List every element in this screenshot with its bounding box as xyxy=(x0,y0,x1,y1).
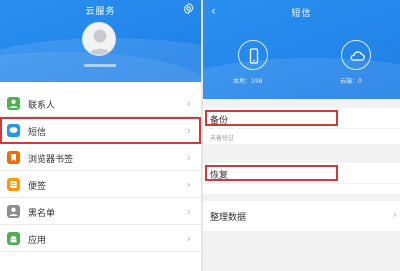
cloud-circle xyxy=(341,40,371,70)
menu-item-label: 浏览器书签 xyxy=(28,155,74,165)
cloud-icon xyxy=(350,51,365,61)
username-placeholder xyxy=(84,64,116,67)
chevron-right-icon: › xyxy=(186,124,191,137)
menu-item-notes[interactable]: 便签 › xyxy=(0,171,201,198)
chevron-right-icon: › xyxy=(186,97,191,110)
sms-icon xyxy=(7,124,20,137)
cloud-count: 云端：0 xyxy=(340,78,362,85)
contacts-icon xyxy=(7,97,20,110)
menu-item-contacts[interactable]: 联系人 › xyxy=(0,90,201,117)
cloud-menu-list: 联系人 › 短信 › 浏览器书签 › 便签 › 黑名单 › 应用 › xyxy=(0,90,201,252)
backup-highlight xyxy=(205,110,338,126)
menu-item-label: 联系人 xyxy=(28,101,56,111)
organize-data-label: 整理数据 xyxy=(210,213,247,223)
chevron-right-icon: › xyxy=(392,208,397,221)
restore-spacer xyxy=(203,184,400,194)
menu-item-label: 短信 xyxy=(28,128,47,138)
menu-item-label: 应用 xyxy=(28,236,47,246)
note-icon xyxy=(7,178,20,191)
chevron-right-icon: › xyxy=(186,178,191,191)
cloud-service-header: 云服务 xyxy=(0,0,201,82)
menu-item-label: 黑名单 xyxy=(28,209,56,219)
restore-highlight xyxy=(205,165,338,181)
avatar[interactable] xyxy=(82,22,116,56)
page-title: 云服务 xyxy=(85,7,116,17)
menu-item-blacklist[interactable]: 黑名单 › xyxy=(0,198,201,225)
sms-panel: ‹ 短信 本地：198 云端：0 备份 未备份过 恢复 整理数据 › xyxy=(203,0,400,271)
gear-icon[interactable] xyxy=(182,2,195,15)
chevron-right-icon: › xyxy=(186,232,191,245)
local-phone-circle xyxy=(238,40,268,70)
backup-status-row: 未备份过 xyxy=(203,129,400,144)
blacklist-icon xyxy=(7,205,20,218)
sms-header: ‹ 短信 本地：198 云端：0 xyxy=(203,0,400,99)
chevron-right-icon: › xyxy=(186,205,191,218)
backup-status: 未备份过 xyxy=(210,135,235,142)
menu-item-bookmarks[interactable]: 浏览器书签 › xyxy=(0,144,201,171)
cloud-service-panel: 云服务 联系人 › 短信 › 浏览器书签 › 便签 › 黑名单 › 应用 › xyxy=(0,0,201,271)
android-icon xyxy=(7,232,20,245)
menu-item-apps[interactable]: 应用 › xyxy=(0,225,201,252)
menu-item-sms[interactable]: 短信 › xyxy=(0,117,201,144)
page-title: 短信 xyxy=(291,9,312,19)
organize-data-row[interactable]: 整理数据 › xyxy=(203,201,400,231)
menu-item-label: 便签 xyxy=(28,182,47,192)
local-count: 本地：198 xyxy=(233,78,263,85)
chevron-right-icon: › xyxy=(186,151,191,164)
phone-icon xyxy=(249,48,259,64)
bookmark-icon xyxy=(7,151,20,164)
